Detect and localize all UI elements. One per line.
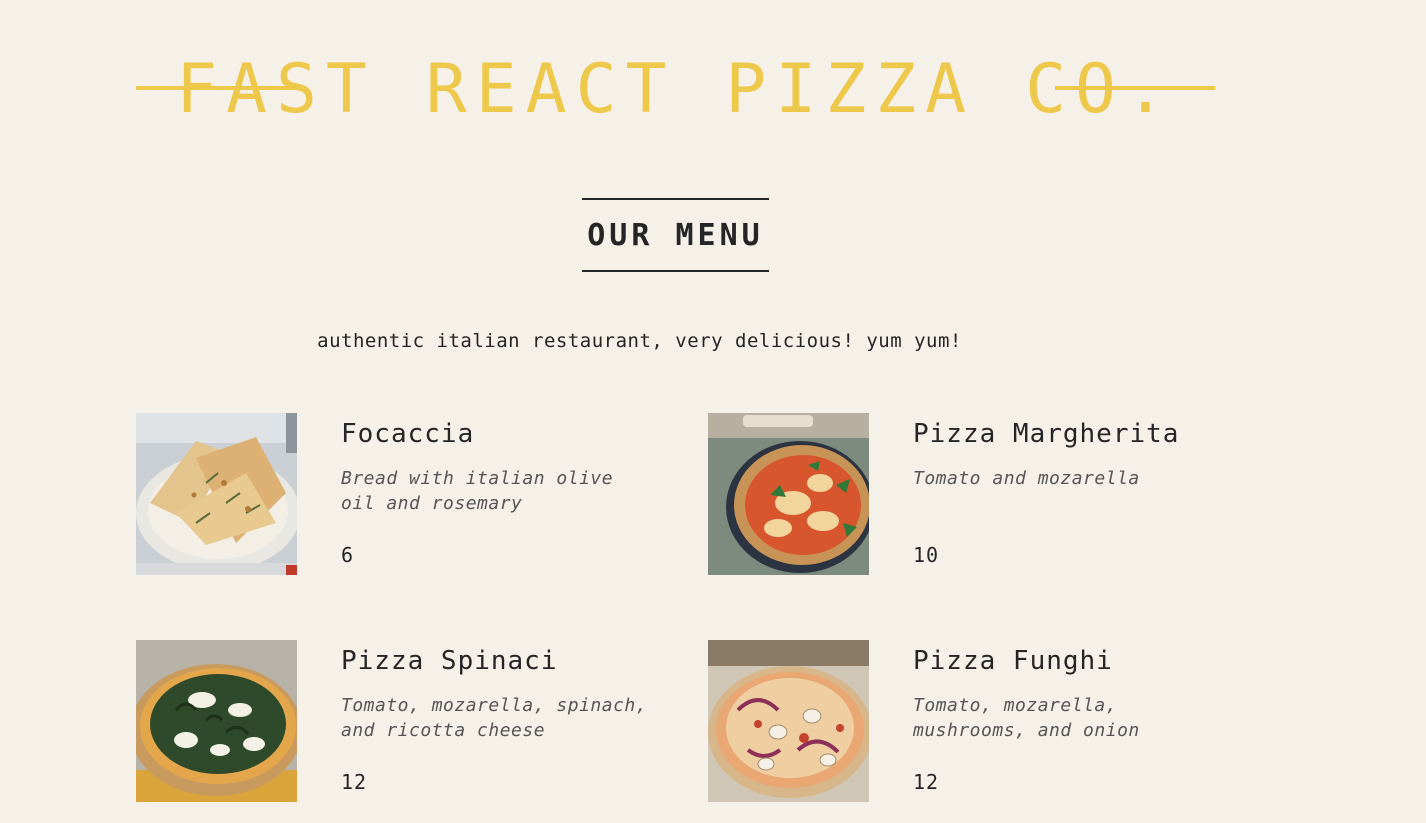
menu-heading: Our Menu bbox=[582, 198, 769, 272]
spinaci-photo bbox=[136, 640, 297, 802]
pizza-ingredients: Tomato, mozarella, spinach, and ricotta … bbox=[341, 695, 648, 741]
menu-title: Our Menu bbox=[587, 217, 764, 253]
pizza-item-margherita[interactable]: Pizza Margherita Tomato and mozarella 10 bbox=[708, 413, 1248, 575]
pizza-item-focaccia[interactable]: Focaccia Bread with italian olive oil an… bbox=[136, 413, 676, 575]
focaccia-photo bbox=[136, 413, 297, 575]
site-title: Fast React Pizza Co. bbox=[176, 50, 1175, 129]
pizza-ingredients: Tomato, mozarella, mushrooms, and onion bbox=[913, 695, 1140, 741]
pizza-item-funghi[interactable]: Pizza Funghi Tomato, mozarella, mushroom… bbox=[708, 640, 1248, 802]
pizza-price: 12 bbox=[913, 770, 940, 794]
pizza-ingredients: Bread with italian olive oil and rosemar… bbox=[341, 468, 614, 514]
pizza-price: 12 bbox=[341, 770, 368, 794]
funghi-photo bbox=[708, 640, 869, 802]
pizza-price: 10 bbox=[913, 543, 940, 567]
pizza-name: Pizza Funghi bbox=[913, 646, 1113, 676]
pizza-price: 6 bbox=[341, 543, 355, 567]
pizza-name: Focaccia bbox=[341, 419, 475, 449]
pizza-ingredients: Tomato and mozarella bbox=[913, 468, 1140, 489]
pizza-item-spinaci[interactable]: Pizza Spinaci Tomato, mozarella, spinach… bbox=[136, 640, 676, 802]
site-header: Fast React Pizza Co. bbox=[136, 50, 1215, 130]
menu-tagline: authentic italian restaurant, very delic… bbox=[317, 330, 962, 352]
pizza-name: Pizza Margherita bbox=[913, 419, 1180, 449]
margherita-photo bbox=[708, 413, 869, 575]
pizza-name: Pizza Spinaci bbox=[341, 646, 558, 676]
